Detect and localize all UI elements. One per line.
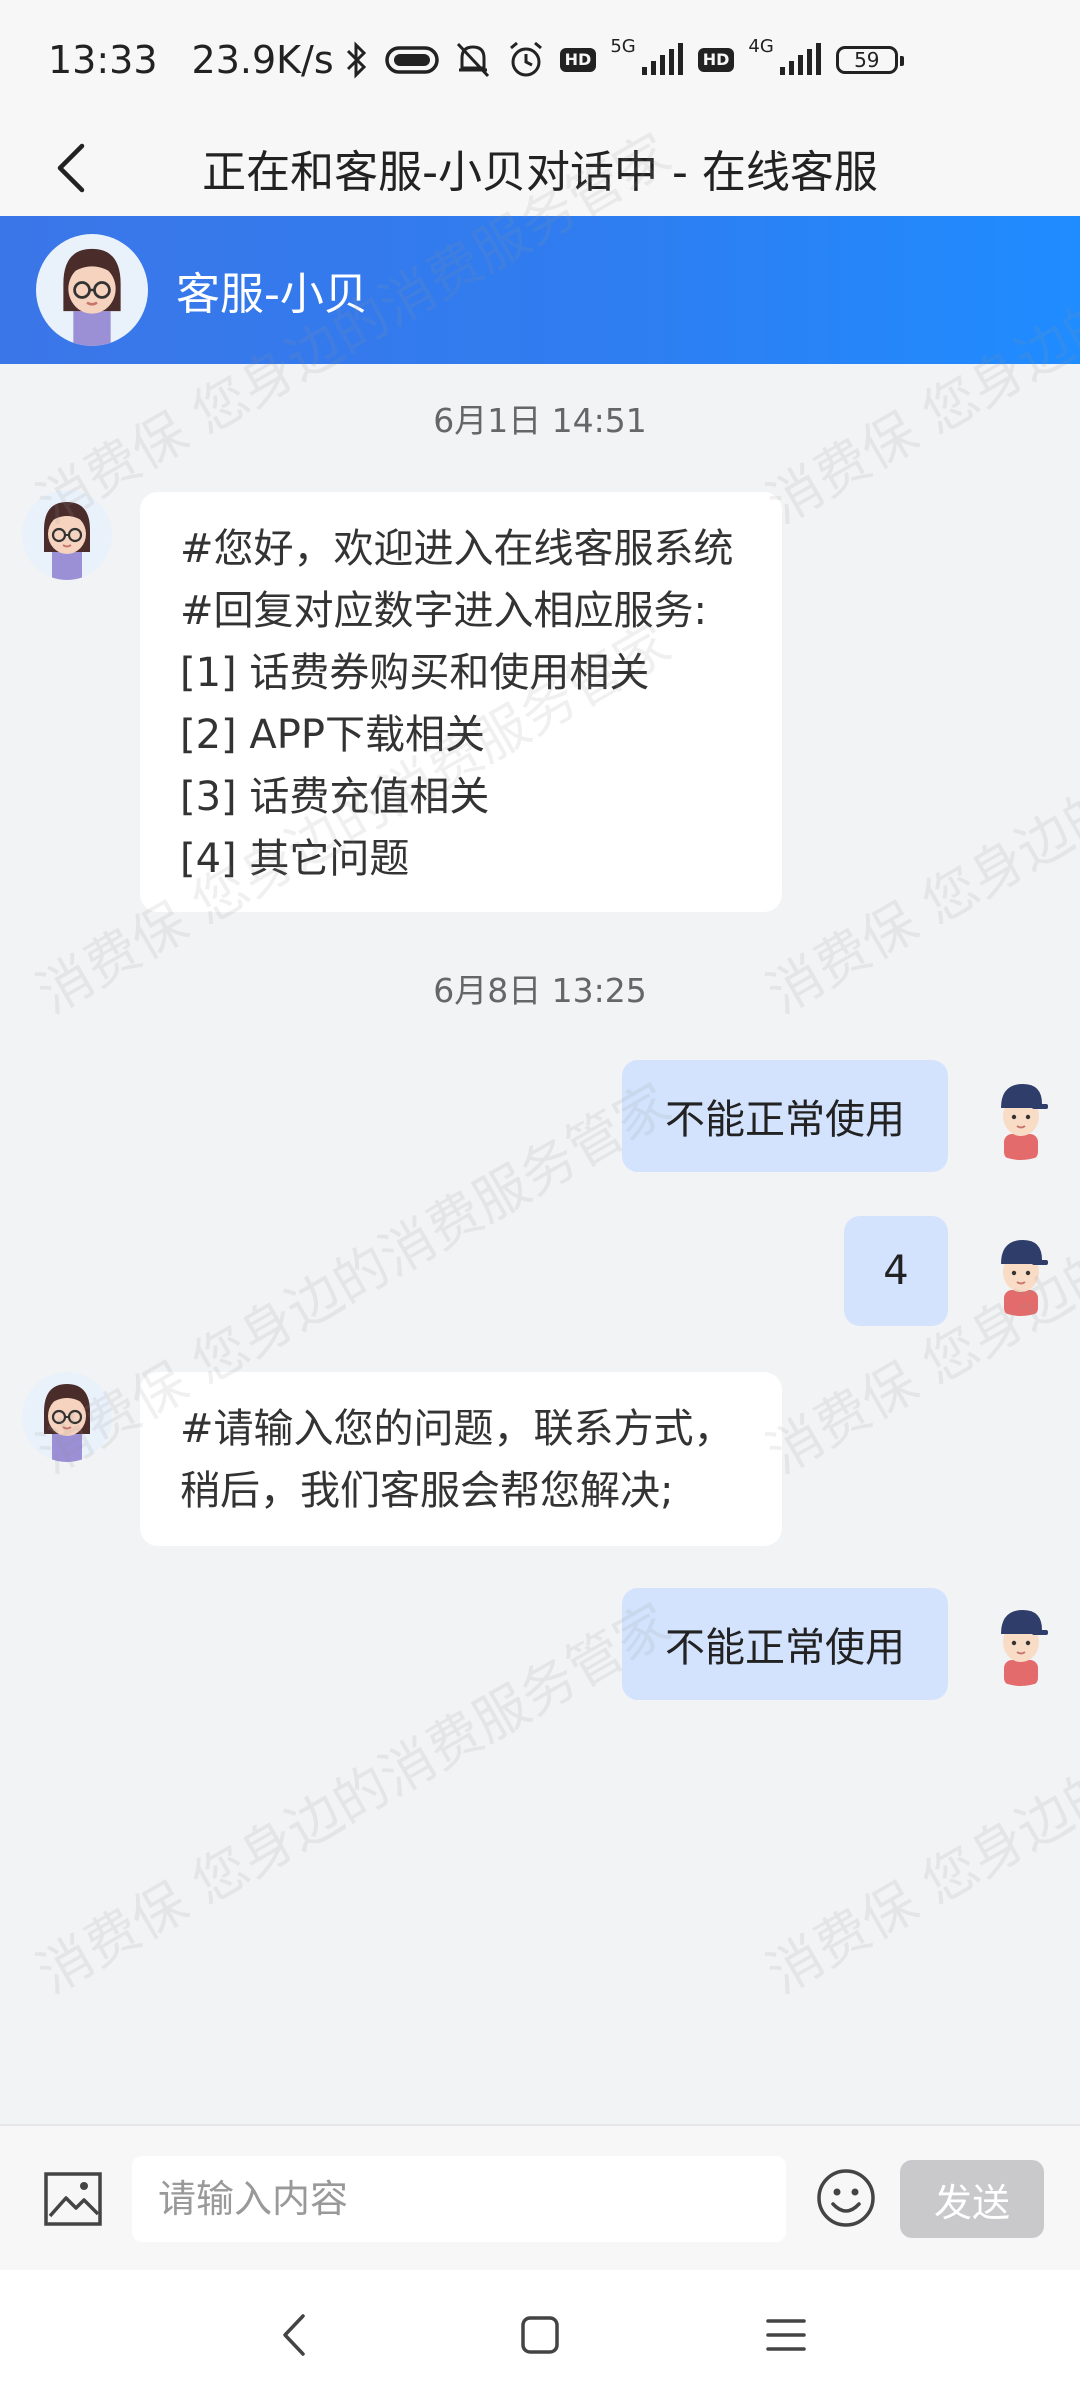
mute-bell-icon (456, 42, 489, 78)
message-line: [3] 话费充值相关 (180, 774, 490, 820)
message-line: [4] 其它问题 (180, 836, 410, 882)
chevron-left-icon (57, 143, 85, 193)
nav-menu-button[interactable] (746, 2300, 826, 2370)
nav-menu-icon (766, 2319, 806, 2351)
hd-badge-1: HD (559, 48, 597, 72)
image-upload-button[interactable] (42, 2168, 104, 2230)
hd-badge-2: HD (697, 48, 735, 72)
nav-home-button[interactable] (500, 2300, 580, 2370)
user-avatar-icon (1001, 1084, 1048, 1160)
message-text: 不能正常使用 (665, 1097, 905, 1143)
image-icon (44, 2172, 102, 2226)
page-title: 正在和客服-小贝对话中 - 在线客服 (202, 147, 878, 198)
status-bar: 13:33 23.9K/s HD 5G HD 4G 59 (0, 0, 1080, 120)
user-avatar (976, 1226, 1066, 1316)
agent-message-bubble: #请输入您的问题，联系方式， 稍后，我们客服会帮您解决; (140, 1372, 782, 1546)
battery-level: 59 (854, 48, 880, 72)
message-input[interactable] (132, 2156, 786, 2242)
battery-icon: 59 (835, 46, 904, 74)
agent-avatar-icon (22, 490, 112, 580)
user-message-bubble: 不能正常使用 (622, 1060, 948, 1172)
status-time: 13:33 (48, 38, 158, 82)
message-line: #请输入您的问题，联系方式， (180, 1406, 734, 1452)
user-avatar-icon (1001, 1610, 1048, 1686)
bluetooth-icon (346, 41, 366, 79)
nav-back-icon (283, 2314, 305, 2356)
nav-home-icon (521, 2316, 559, 2354)
agent-header: 客服-小贝 (0, 216, 1080, 364)
user-message-bubble: 4 (844, 1216, 948, 1326)
message-line: #回复对应数字进入相应服务: (180, 588, 707, 634)
chat-area[interactable]: 6月1日 14:51 #您好，欢迎进入在线客服系统 #回复对应数字进入相应服务:… (0, 364, 1080, 2124)
network-type-1: 5G (610, 35, 636, 57)
signal-icon-1 (641, 43, 683, 75)
agent-avatar-small (22, 490, 112, 580)
user-message-bubble: 不能正常使用 (622, 1588, 948, 1700)
message-line: [1] 话费券购买和使用相关 (180, 650, 650, 696)
status-icons: HD 5G HD 4G 59 (344, 36, 904, 80)
agent-avatar (36, 234, 148, 346)
timestamp: 6月1日 14:51 (433, 401, 647, 440)
network-speed: 23.9K/s (191, 38, 334, 82)
message-line: 稍后，我们客服会帮您解决; (180, 1468, 674, 1514)
agent-avatar-small (22, 1372, 112, 1462)
nav-back-button[interactable] (254, 2300, 334, 2370)
user-avatar-icon (1001, 1240, 1048, 1316)
network-type-2: 4G (748, 35, 774, 57)
user-avatar (976, 1070, 1066, 1160)
title-bar: 正在和客服-小贝对话中 - 在线客服 (0, 120, 1080, 216)
signal-icon-2 (779, 43, 821, 75)
input-bar: 发送 (0, 2124, 1080, 2270)
timestamp: 6月8日 13:25 (433, 971, 647, 1010)
message-text: 不能正常使用 (665, 1625, 905, 1671)
user-avatar (976, 1596, 1066, 1686)
vibrate-icon (384, 46, 439, 74)
alarm-icon (509, 41, 542, 77)
message-text: 4 (883, 1248, 909, 1294)
emoji-icon (817, 2169, 875, 2227)
system-nav-bar (0, 2270, 1080, 2400)
back-button[interactable] (36, 132, 108, 204)
agent-avatar-icon (22, 1372, 112, 1462)
agent-name: 客服-小贝 (176, 269, 368, 320)
message-line: #您好，欢迎进入在线客服系统 (180, 526, 734, 572)
message-line: [2] APP下载相关 (180, 712, 485, 758)
send-button[interactable]: 发送 (900, 2160, 1044, 2238)
agent-avatar-icon (63, 248, 121, 346)
agent-message-bubble: #您好，欢迎进入在线客服系统 #回复对应数字进入相应服务: [1] 话费券购买和… (140, 492, 782, 912)
emoji-button[interactable] (814, 2166, 878, 2230)
